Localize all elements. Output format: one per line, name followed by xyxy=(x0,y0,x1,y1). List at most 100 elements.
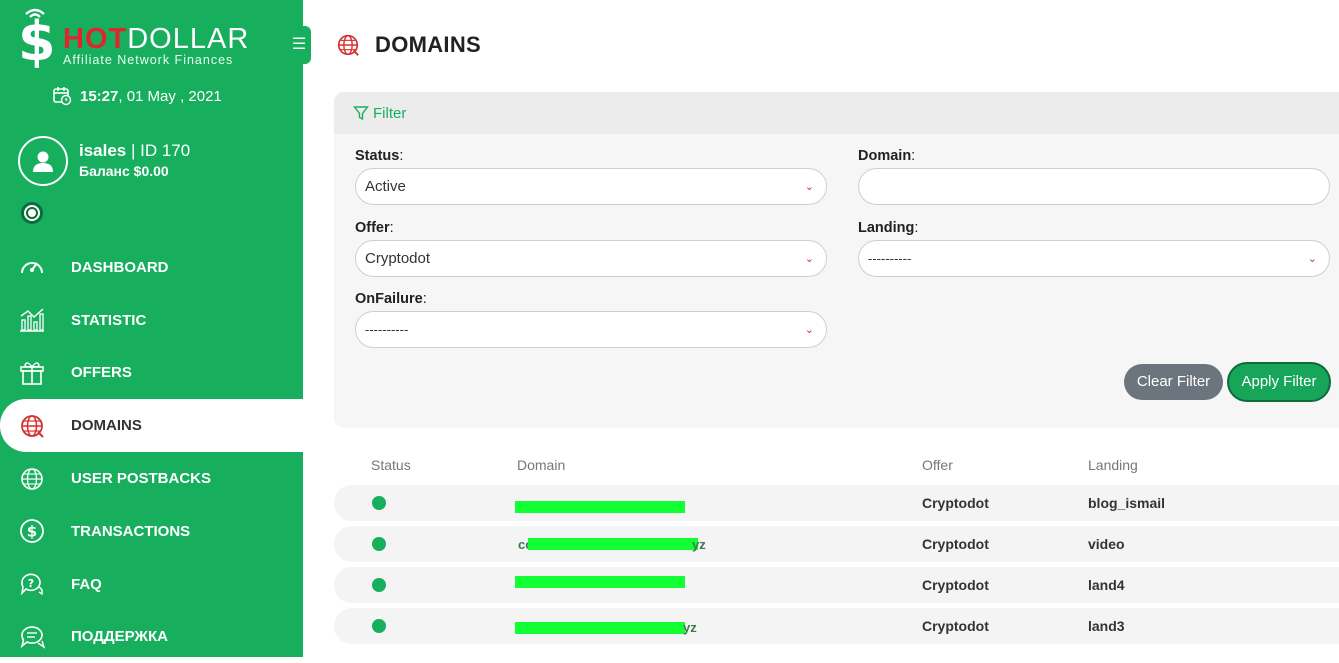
offer-value: Cryptodot xyxy=(365,250,431,267)
sidebar-item-label: DASHBOARD xyxy=(71,258,169,276)
sidebar-item-label: USER POSTBACKS xyxy=(71,470,212,488)
chat-icon xyxy=(18,623,46,651)
domain-cell-suffix: yz xyxy=(692,537,706,552)
column-header-domain[interactable]: Domain xyxy=(517,457,565,473)
status-select[interactable]: Active ⌄ xyxy=(355,168,827,205)
sidebar-item-label: OFFERS xyxy=(71,364,132,382)
user-name: isales xyxy=(79,141,127,160)
brand-tagline: Affiliate Network Finances xyxy=(63,53,234,67)
redaction-bar xyxy=(515,622,685,634)
gift-icon xyxy=(18,359,46,387)
redaction-bar xyxy=(515,576,685,588)
brand-name: HOTDOLLAR xyxy=(63,24,249,54)
chevron-down-icon: ⌄ xyxy=(804,324,814,336)
sidebar: $ HOTDOLLAR Affiliate Network Finances ☰… xyxy=(0,0,311,657)
status-active-dot xyxy=(372,578,386,592)
chevron-down-icon: ⌄ xyxy=(1307,253,1317,265)
status-field: Status: Active ⌄ xyxy=(355,148,827,205)
redaction-bar xyxy=(515,501,685,513)
landing-cell: video xyxy=(1088,536,1125,552)
sidebar-item-domains[interactable]: DOMAINS xyxy=(0,399,303,453)
table-row[interactable]: co yz Cryptodot video xyxy=(334,526,1339,562)
sidebar-item-label: TRANSACTIONS xyxy=(71,522,191,540)
sidebar-item-offers[interactable]: OFFERS xyxy=(0,347,303,400)
network-globe-icon xyxy=(18,465,46,493)
table-row[interactable]: Cryptodot blog_ismail xyxy=(334,485,1339,521)
landing-cell: blog_ismail xyxy=(1088,495,1166,511)
sidebar-item-dashboard[interactable]: DASHBOARD xyxy=(0,241,303,294)
table-header: Status Domain Offer Landing xyxy=(334,450,1339,480)
landing-cell: land4 xyxy=(1088,577,1125,593)
chevron-down-icon: ⌄ xyxy=(804,253,814,265)
brand-logo[interactable]: $ HOTDOLLAR Affiliate Network Finances xyxy=(14,6,274,76)
online-status-indicator xyxy=(21,202,43,224)
offer-field: Offer: Cryptodot ⌄ xyxy=(355,220,827,277)
svg-text:$: $ xyxy=(27,523,37,541)
apply-filter-button[interactable]: Apply Filter xyxy=(1227,362,1331,402)
domain-cell-suffix: yz xyxy=(683,620,697,635)
current-datetime: 15:27, 01 May , 2021 xyxy=(52,86,222,106)
clear-filter-button[interactable]: Clear Filter xyxy=(1124,364,1223,400)
status-value: Active xyxy=(365,178,406,195)
status-active-dot xyxy=(372,537,386,551)
sidebar-item-label: DOMAINS xyxy=(71,417,142,435)
chevron-down-icon: ⌄ xyxy=(804,181,814,193)
dollar-logo-glyph: $ xyxy=(18,10,56,73)
user-id: | ID 170 xyxy=(126,141,191,160)
sidebar-item-transactions[interactable]: $ TRANSACTIONS xyxy=(0,505,303,558)
user-icon xyxy=(33,151,53,172)
domain-label: Domain: xyxy=(858,148,916,164)
filter-panel: Filter Status: Active ⌄ Domain: Offer: Cr… xyxy=(334,92,1339,428)
onfailure-value: ---------- xyxy=(365,322,409,337)
user-profile[interactable]: isales | ID 170 Баланс $0.00 xyxy=(18,136,190,186)
funnel-icon xyxy=(353,106,369,121)
current-date: , 01 May , 2021 xyxy=(118,87,222,105)
brand-name-dollar: DOLLAR xyxy=(127,23,250,55)
sidebar-item-support[interactable]: ПОДДЕРЖКА xyxy=(0,611,303,663)
sidebar-item-user-postbacks[interactable]: USER POSTBACKS xyxy=(0,452,303,505)
landing-field: Landing: ---------- ⌄ xyxy=(858,220,1330,277)
brand-name-hot: HOT xyxy=(63,23,128,55)
calendar-clock-icon xyxy=(53,87,72,106)
onfailure-field: OnFailure: ---------- ⌄ xyxy=(355,291,827,348)
offer-cell: Cryptodot xyxy=(922,495,989,511)
onfailure-select[interactable]: ---------- ⌄ xyxy=(355,311,827,348)
filter-header[interactable]: Filter xyxy=(334,92,1339,134)
sidebar-nav: DASHBOARD STATISTIC OFFERS DOMAINS USER … xyxy=(0,241,303,663)
landing-cell: land3 xyxy=(1088,618,1125,634)
table-row[interactable]: Cryptodot land4 xyxy=(334,567,1339,603)
globe-icon xyxy=(337,34,359,56)
offer-cell: Cryptodot xyxy=(922,618,989,634)
bar-chart-icon xyxy=(18,306,46,334)
question-chat-icon: ? xyxy=(18,570,46,598)
dollar-circle-icon: $ xyxy=(18,517,46,545)
svg-text:?: ? xyxy=(28,577,34,590)
avatar[interactable] xyxy=(18,136,68,186)
column-header-landing[interactable]: Landing xyxy=(1088,457,1138,473)
status-label: Status: xyxy=(355,148,404,164)
offer-cell: Cryptodot xyxy=(922,536,989,552)
status-active-dot xyxy=(372,619,386,633)
sidebar-item-statistic[interactable]: STATISTIC xyxy=(0,294,303,347)
globe-icon xyxy=(18,412,46,440)
sidebar-item-label: FAQ xyxy=(71,575,102,593)
redaction-bar xyxy=(528,538,698,550)
offer-label: Offer: xyxy=(355,220,394,236)
sidebar-item-label: STATISTIC xyxy=(71,311,147,329)
domain-input[interactable] xyxy=(858,168,1330,205)
page-header: DOMAINS xyxy=(335,32,481,58)
domain-field: Domain: xyxy=(858,148,1330,205)
landing-label: Landing: xyxy=(858,220,919,236)
page-title: DOMAINS xyxy=(375,32,481,57)
landing-select[interactable]: ---------- ⌄ xyxy=(858,240,1330,277)
main-content: DOMAINS Filter Status: Active ⌄ Domain: O… xyxy=(303,0,1339,657)
landing-value: ---------- xyxy=(868,251,912,266)
offer-cell: Cryptodot xyxy=(922,577,989,593)
sidebar-item-faq[interactable]: ? FAQ xyxy=(0,558,303,611)
onfailure-label: OnFailure: xyxy=(355,291,427,307)
column-header-status[interactable]: Status xyxy=(371,457,411,473)
column-header-offer[interactable]: Offer xyxy=(922,457,953,473)
offer-select[interactable]: Cryptodot ⌄ xyxy=(355,240,827,277)
table-row[interactable]: yz Cryptodot land3 xyxy=(334,608,1339,644)
speedometer-icon xyxy=(18,253,46,281)
